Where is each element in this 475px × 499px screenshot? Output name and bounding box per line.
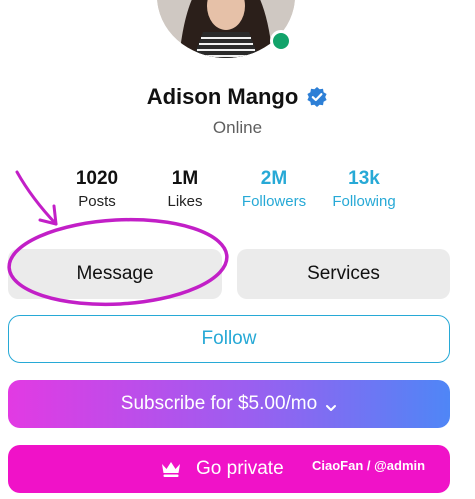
watermark-text: CiaoFan / @admin bbox=[312, 458, 426, 473]
profile-name-row: Adison Mango bbox=[0, 84, 475, 110]
subscribe-label: Subscribe for $5.00/mo bbox=[120, 393, 318, 414]
profile-name: Adison Mango bbox=[146, 84, 299, 109]
chevron-down-icon bbox=[325, 398, 337, 411]
stat-posts-value: 1020 bbox=[75, 168, 119, 189]
follow-button[interactable]: Follow bbox=[8, 315, 450, 363]
stat-following[interactable]: 13k Following bbox=[326, 168, 402, 212]
stat-likes-value: 1M bbox=[171, 168, 199, 189]
stat-followers-label: Followers bbox=[241, 193, 307, 210]
message-button[interactable]: Message bbox=[8, 249, 222, 299]
avatar-container bbox=[157, 0, 295, 58]
stat-following-value: 13k bbox=[348, 168, 380, 189]
crown-icon bbox=[160, 460, 182, 478]
stat-likes-label: Likes bbox=[167, 193, 203, 210]
go-private-label: Go private bbox=[196, 458, 284, 479]
stat-posts-label: Posts bbox=[78, 193, 116, 210]
stat-followers-value: 2M bbox=[260, 168, 288, 189]
annotation-arrow-icon bbox=[15, 170, 58, 226]
online-status-dot bbox=[270, 30, 292, 52]
services-button[interactable]: Services bbox=[237, 249, 450, 299]
stat-following-label: Following bbox=[332, 193, 396, 210]
stat-likes[interactable]: 1M Likes bbox=[155, 168, 215, 212]
subscribe-button[interactable]: Subscribe for $5.00/mo bbox=[8, 380, 450, 428]
online-status-text: Online bbox=[212, 118, 263, 137]
stat-posts[interactable]: 1020 Posts bbox=[62, 168, 132, 212]
verified-badge-icon bbox=[306, 86, 328, 108]
stat-followers[interactable]: 2M Followers bbox=[236, 168, 312, 212]
